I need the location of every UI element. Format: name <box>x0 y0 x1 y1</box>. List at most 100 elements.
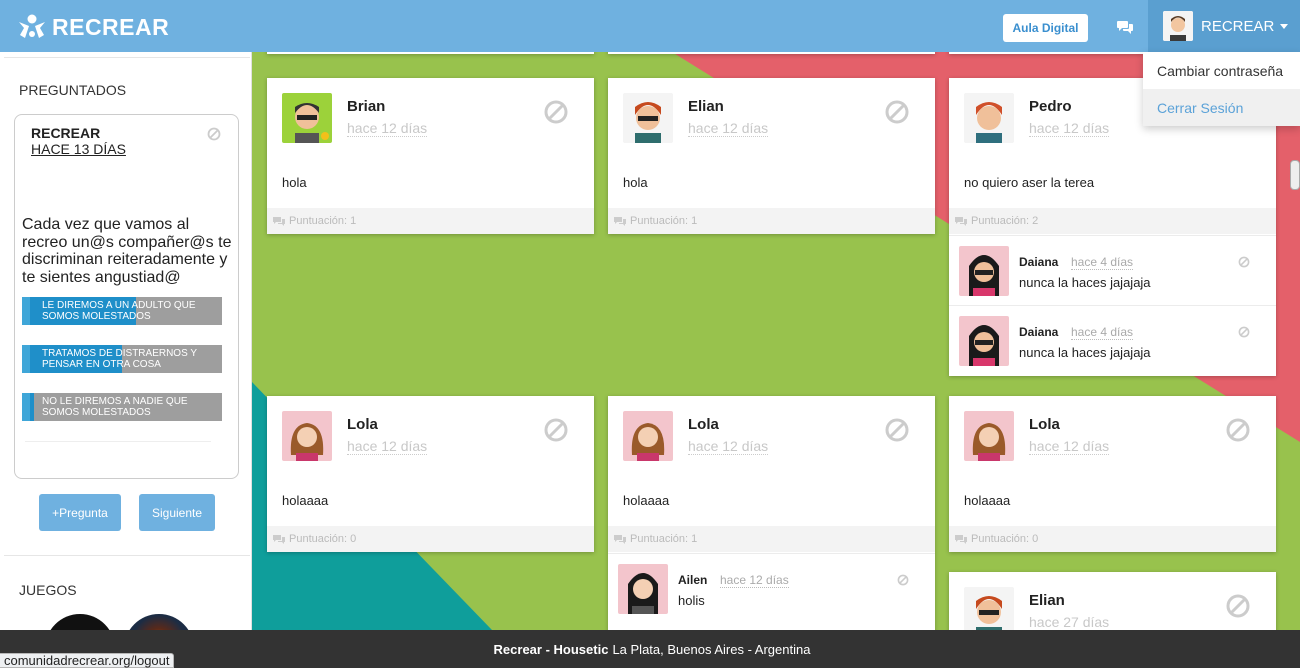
block-icon[interactable] <box>884 417 910 443</box>
author-avatar[interactable] <box>964 587 1014 630</box>
comments-icon <box>273 216 285 226</box>
post-card: Lola hace 12 días holaaaa Puntuación: 0 <box>267 396 594 552</box>
author-avatar[interactable] <box>964 411 1014 461</box>
post-footer: Puntuación: 0 <box>267 526 594 552</box>
answer-label: NO LE DIREMOS A NADIE QUE SOMOS MOLESTAD… <box>42 396 188 418</box>
author-name[interactable]: Lola <box>347 416 378 433</box>
top-navbar: RECREAR Aula Digital RECREAR <box>0 0 1300 52</box>
reply-time: hace 4 días <box>1071 325 1134 340</box>
author-name[interactable]: Lola <box>688 416 719 433</box>
author-name[interactable]: Pedro <box>1029 98 1072 115</box>
change-password-item[interactable]: Cambiar contraseña <box>1143 52 1300 89</box>
next-button[interactable]: Siguiente <box>139 494 215 531</box>
answer-stripe <box>22 297 30 325</box>
footer-brand: Recrear - Housetic <box>493 641 609 657</box>
author-avatar[interactable] <box>623 411 673 461</box>
block-icon[interactable] <box>884 99 910 125</box>
post-footer: Puntuación: 1 <box>608 208 935 234</box>
answer-label: LE DIREMOS A UN ADULTO QUE SOMOS MOLESTA… <box>42 300 196 322</box>
author-name[interactable]: Brian <box>347 98 385 115</box>
answer-option[interactable]: NO LE DIREMOS A NADIE QUE SOMOS MOLESTAD… <box>22 393 222 421</box>
post-time: hace 12 días <box>688 438 769 455</box>
page-footer: Recrear - Housetic La Plata, Buenos Aire… <box>0 630 1300 668</box>
scrollbar-thumb[interactable] <box>1290 160 1300 190</box>
status-bar-url: comunidadrecrear.org/logout <box>0 653 174 668</box>
post-footer: Puntuación: 2 <box>949 208 1276 234</box>
post-card: Brian hace 12 días hola Puntuación: 1 <box>267 78 594 234</box>
reply-text: nunca la haces jajajaja <box>1019 275 1151 290</box>
post-card: Elian hace 27 días <box>949 572 1276 630</box>
answer-stripe <box>22 393 30 421</box>
posts-feed: Brian hace 12 días hola Puntuación: 1 El… <box>252 52 1300 630</box>
divider <box>25 441 211 442</box>
caret-down-icon <box>1280 23 1289 29</box>
reply-author[interactable]: Daiana <box>1019 255 1058 269</box>
reply-item: Ailen hace 12 días holis <box>608 553 935 623</box>
post-score: Puntuación: 1 <box>289 215 357 227</box>
author-name[interactable]: Elian <box>688 98 724 115</box>
reply-avatar[interactable] <box>959 316 1009 366</box>
block-icon[interactable] <box>543 417 569 443</box>
block-icon[interactable] <box>543 99 569 125</box>
new-question-button[interactable]: +Pregunta <box>39 494 121 531</box>
author-avatar[interactable] <box>282 411 332 461</box>
reply-text: nunca la haces jajajaja <box>1019 345 1151 360</box>
post-time: hace 27 días <box>1029 614 1110 630</box>
aula-digital-button[interactable]: Aula Digital <box>1003 14 1088 42</box>
comments-icon <box>273 534 285 544</box>
comments-icon <box>614 534 626 544</box>
divider <box>4 57 250 58</box>
post-card <box>608 52 935 54</box>
post-time: hace 12 días <box>347 120 428 137</box>
game-thumbnail[interactable] <box>45 614 115 630</box>
comments-icon <box>955 534 967 544</box>
block-icon[interactable] <box>207 127 221 141</box>
recrear-logo-icon <box>19 14 45 38</box>
post-score: Puntuación: 1 <box>630 533 698 545</box>
reply-avatar[interactable] <box>618 564 668 614</box>
answer-option[interactable]: TRATAMOS DE DISTRAERNOS Y PENSAR EN OTRA… <box>22 345 222 373</box>
juegos-heading: JUEGOS <box>19 582 77 598</box>
author-avatar[interactable] <box>964 93 1014 143</box>
author-avatar[interactable] <box>623 93 673 143</box>
answer-option[interactable]: LE DIREMOS A UN ADULTO QUE SOMOS MOLESTA… <box>22 297 222 325</box>
post-card: Elian hace 12 días hola Puntuación: 1 <box>608 78 935 234</box>
post-footer: Puntuación: 0 <box>949 526 1276 552</box>
block-icon[interactable] <box>1225 417 1251 443</box>
comments-icon <box>614 216 626 226</box>
reply-item: Daiana hace 4 días nunca la haces jajaja… <box>949 235 1276 305</box>
preguntados-heading: PREGUNTADOS <box>19 82 127 98</box>
block-icon[interactable] <box>897 574 909 586</box>
reply-time: hace 4 días <box>1071 255 1134 270</box>
user-menu-toggle[interactable]: RECREAR <box>1148 0 1300 52</box>
reply-author[interactable]: Ailen <box>678 573 707 587</box>
block-icon[interactable] <box>1225 593 1251 619</box>
post-score: Puntuación: 2 <box>971 215 1039 227</box>
author-name[interactable]: Lola <box>1029 416 1060 433</box>
post-text: no quiero aser la terea <box>964 175 1095 190</box>
post-text: hola <box>282 175 307 190</box>
post-score: Puntuación: 0 <box>971 533 1039 545</box>
question-text: Cada vez que vamos al recreo un@s compañ… <box>22 216 232 286</box>
question-card: RECREAR HACE 13 DÍAS Cada vez que vamos … <box>14 114 239 479</box>
author-name[interactable]: Elian <box>1029 592 1065 609</box>
post-card: Lola hace 12 días holaaaa Puntuación: 0 <box>949 396 1276 552</box>
user-dropdown-menu: Cambiar contraseña Cerrar Sesión <box>1143 52 1300 126</box>
question-time: HACE 13 DÍAS <box>31 141 126 157</box>
block-icon[interactable] <box>1238 256 1250 268</box>
reply-time: hace 12 días <box>720 573 789 588</box>
comments-icon <box>955 216 967 226</box>
reply-author[interactable]: Daiana <box>1019 325 1058 339</box>
question-author: RECREAR <box>31 125 101 141</box>
block-icon[interactable] <box>1238 326 1250 338</box>
user-name: RECREAR <box>1201 17 1275 35</box>
author-avatar[interactable] <box>282 93 332 143</box>
post-card: Lola hace 12 días holaaaa Puntuación: 1 … <box>608 396 935 630</box>
logout-item[interactable]: Cerrar Sesión <box>1143 89 1300 126</box>
chat-icon[interactable] <box>1116 19 1134 35</box>
post-footer: Puntuación: 1 <box>267 208 594 234</box>
post-text: holaaaa <box>964 493 1011 508</box>
game-thumbnail[interactable] <box>124 614 194 630</box>
reply-avatar[interactable] <box>959 246 1009 296</box>
logo[interactable]: RECREAR <box>16 10 169 44</box>
